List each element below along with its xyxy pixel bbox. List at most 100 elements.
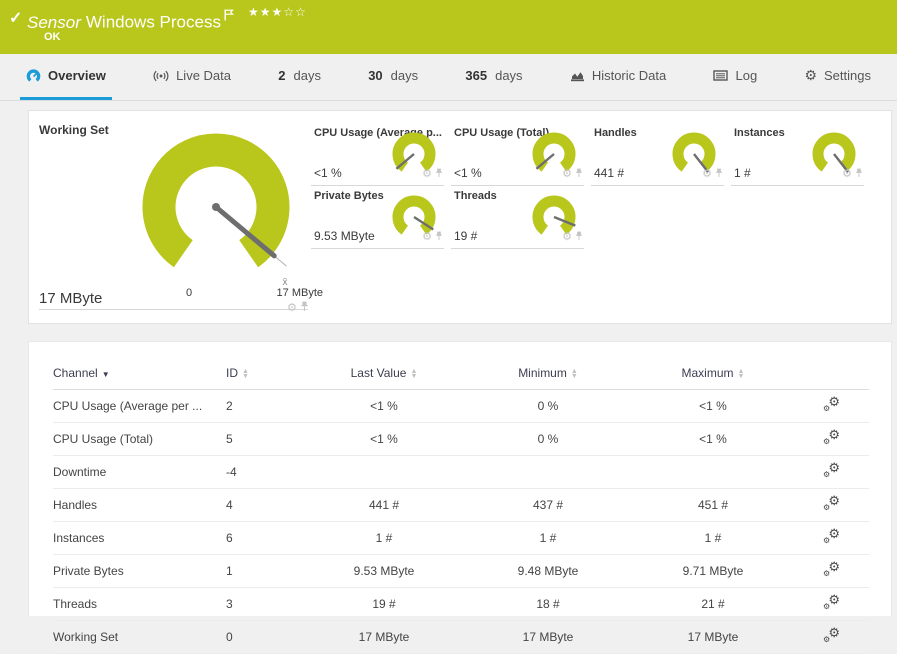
gauge-actions: ⚙	[562, 228, 583, 246]
column-header-id[interactable]: ID ▲ ▼	[226, 360, 304, 390]
channel-settings-icon[interactable]: ⚙ ⚙	[823, 427, 840, 446]
channel-settings-icon[interactable]: ⚙ ⚙	[823, 625, 840, 644]
last-value: <1 %	[304, 422, 464, 456]
gauge-pin-icon[interactable]	[435, 228, 443, 246]
channel-settings-icon[interactable]: ⚙ ⚙	[823, 460, 840, 479]
sort-icon: ▲ ▼	[410, 367, 418, 380]
log-list-icon	[713, 69, 729, 82]
minimum: 17 MByte	[464, 620, 632, 654]
tab-log[interactable]: Log	[707, 54, 763, 100]
channel-name: Downtime	[53, 455, 226, 489]
flag-icon[interactable]	[224, 6, 234, 26]
gauge-value: 441 #	[594, 166, 625, 180]
sensor-tabbar: Overview Live Data 2 days 30 days 365 da…	[0, 54, 897, 101]
tab-number: 365	[465, 68, 488, 83]
gauge-gear-icon[interactable]: ⚙	[422, 168, 432, 180]
star-icon[interactable]: ☆	[283, 5, 295, 19]
maximum: 9.71 MByte	[632, 554, 794, 588]
divider	[591, 185, 724, 186]
gauge-gear-icon[interactable]: ⚙	[287, 302, 297, 314]
gauge-gear-icon[interactable]: ⚙	[702, 168, 712, 180]
column-header-channel[interactable]: Channel ▼	[53, 360, 226, 390]
star-icon[interactable]: ★	[272, 5, 284, 19]
gauge-gear-icon[interactable]: ⚙	[422, 231, 432, 243]
gauge-pin-icon[interactable]	[435, 165, 443, 183]
minimum: 9.48 MByte	[464, 554, 632, 588]
channels-table-panel: Channel ▼ ID ▲ ▼ Last Value ▲ ▼ Minimum ▲ ▼ Max…	[28, 341, 892, 654]
gauge-pin-icon[interactable]	[575, 228, 583, 246]
maximum	[632, 455, 794, 489]
star-icon[interactable]: ★	[248, 5, 260, 19]
tab-2-days[interactable]: 2 days	[272, 54, 327, 100]
gauge-pin-icon[interactable]	[715, 165, 723, 183]
column-header-last-value[interactable]: Last Value ▲ ▼	[304, 360, 464, 390]
maximum: 1 #	[632, 521, 794, 555]
sort-icon: ▲ ▼	[570, 367, 578, 380]
gauge-actions: ⚙	[562, 165, 583, 183]
channels-table: Channel ▼ ID ▲ ▼ Last Value ▲ ▼ Minimum ▲ ▼ Max…	[53, 360, 869, 654]
gauge-title: Private Bytes	[314, 190, 384, 202]
small-gauges-grid: CPU Usage (Average p... <1 % ⚙ CPU Usage…	[311, 124, 871, 250]
tab-live-data[interactable]: Live Data	[147, 54, 237, 100]
gauge-pin-icon[interactable]	[300, 299, 309, 317]
channel-settings-icon[interactable]: ⚙ ⚙	[823, 394, 840, 413]
tab-label: days	[495, 68, 523, 83]
channel-name: Working Set	[53, 620, 226, 654]
column-header-settings	[794, 360, 869, 390]
gauge-title: Threads	[454, 190, 497, 202]
gauge-cpu-usage-total: CPU Usage (Total) <1 % ⚙	[451, 124, 591, 187]
sensor-title: Sensor Windows Process	[27, 6, 234, 33]
gauge-value: <1 %	[454, 166, 482, 180]
channel-id: 4	[226, 488, 304, 522]
gauge-value: 17 MByte	[39, 290, 103, 307]
channel-id: 5	[226, 422, 304, 456]
divider	[451, 185, 584, 186]
tab-label: Historic Data	[591, 68, 667, 83]
overview-gauge-icon	[26, 68, 41, 83]
table-row: Handles 4 441 # 437 # 451 # ⚙ ⚙	[53, 488, 869, 522]
gauge-threads: Threads 19 # ⚙	[451, 187, 591, 250]
tab-number: 2	[278, 68, 286, 83]
divider	[311, 248, 444, 249]
star-icon[interactable]: ☆	[295, 5, 307, 19]
minimum: 1 #	[464, 521, 632, 555]
gauge-value: 19 #	[454, 229, 478, 243]
sensor-status-header: ✓ Sensor Windows Process ★★★☆☆ OK	[0, 0, 897, 54]
tab-settings[interactable]: ⚙ Settings	[798, 54, 877, 100]
last-value: 9.53 MByte	[304, 554, 464, 588]
channel-settings-icon[interactable]: ⚙ ⚙	[823, 559, 840, 578]
tab-overview[interactable]: Overview	[20, 54, 112, 100]
column-header-maximum[interactable]: Maximum ▲ ▼	[632, 360, 794, 390]
gauge-gear-icon[interactable]: ⚙	[562, 231, 572, 243]
channel-settings-icon[interactable]: ⚙ ⚙	[823, 526, 840, 545]
gauges-panel: Working Set x̄ 0 17 MByte 17 MByte ⚙ CPU…	[28, 110, 892, 324]
star-icon[interactable]: ★	[260, 5, 272, 19]
column-header-minimum[interactable]: Minimum ▲ ▼	[464, 360, 632, 390]
sort-icon: ▲ ▼	[242, 367, 249, 380]
tab-365-days[interactable]: 365 days	[459, 54, 528, 100]
tab-label: Log	[735, 68, 758, 83]
channel-name: CPU Usage (Average per ...	[53, 389, 226, 423]
gauge-gear-icon[interactable]: ⚙	[842, 168, 852, 180]
gauge-pin-icon[interactable]	[575, 165, 583, 183]
gauge-title: Handles	[594, 127, 637, 139]
gauge-gear-icon[interactable]: ⚙	[562, 168, 572, 180]
channel-settings-icon[interactable]: ⚙ ⚙	[823, 493, 840, 512]
tab-label: days	[390, 68, 419, 83]
gauge-instances: Instances 1 # ⚙	[731, 124, 871, 187]
gauge-pin-icon[interactable]	[855, 165, 863, 183]
last-value: 441 #	[304, 488, 464, 522]
minimum	[464, 455, 632, 489]
tab-label: Live Data	[176, 68, 231, 83]
tab-30-days[interactable]: 30 days	[362, 54, 424, 100]
channel-settings-icon[interactable]: ⚙ ⚙	[823, 592, 840, 611]
tab-label: days	[293, 68, 321, 83]
tab-historic-data[interactable]: Historic Data	[564, 54, 672, 100]
status-check-icon: ✓	[9, 10, 23, 27]
channel-name: Instances	[53, 521, 226, 555]
last-value: 17 MByte	[304, 620, 464, 654]
tab-number: 30	[368, 68, 383, 83]
last-value	[304, 455, 464, 489]
channel-name: CPU Usage (Total)	[53, 422, 226, 456]
gauge-actions: ⚙	[842, 165, 863, 183]
